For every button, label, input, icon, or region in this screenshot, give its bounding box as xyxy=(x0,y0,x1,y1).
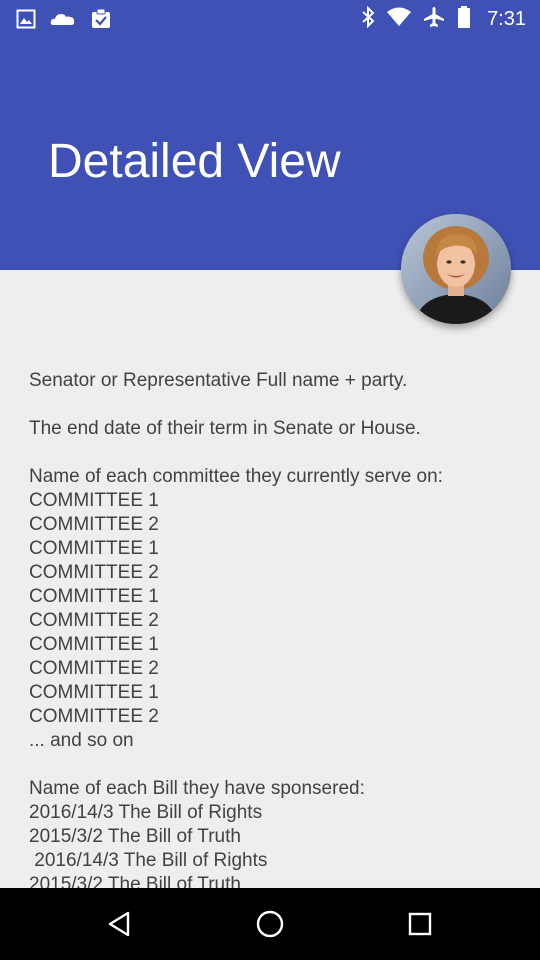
bill-item: 2016/14/3 The Bill of Rights xyxy=(29,850,268,871)
status-left-icons xyxy=(16,8,112,35)
avatar[interactable] xyxy=(401,214,511,324)
committees-more: ... and so on xyxy=(29,730,134,751)
bills-heading: Name of each Bill they have sponsered: xyxy=(29,778,365,799)
image-icon xyxy=(16,9,36,34)
clipboard-check-icon xyxy=(90,8,112,35)
battery-icon xyxy=(457,6,471,33)
wifi-icon xyxy=(387,7,412,32)
status-bar: 7:31 xyxy=(0,0,540,38)
bill-item: 2015/3/2 The Bill of Truth xyxy=(29,826,241,847)
bill-item: 2015/3/2 The Bill of Truth xyxy=(29,874,241,888)
navigation-bar xyxy=(0,888,540,960)
committee-item: COMMITTEE 2 xyxy=(29,706,159,727)
committee-item: COMMITTEE 1 xyxy=(29,634,159,655)
detail-content: Senator or Representative Full name + pa… xyxy=(29,369,519,888)
committee-item: COMMITTEE 1 xyxy=(29,538,159,559)
committee-item: COMMITTEE 2 xyxy=(29,514,159,535)
committee-item: COMMITTEE 1 xyxy=(29,682,159,703)
committee-item: COMMITTEE 2 xyxy=(29,658,159,679)
committee-item: COMMITTEE 2 xyxy=(29,610,159,631)
member-name-party: Senator or Representative Full name + pa… xyxy=(29,370,408,391)
back-icon xyxy=(108,911,130,937)
airplane-icon xyxy=(423,6,445,33)
status-clock: 7:31 xyxy=(487,8,526,30)
term-end-date: The end date of their term in Senate or … xyxy=(29,418,421,439)
committee-item: COMMITTEE 1 xyxy=(29,490,159,511)
committees-heading: Name of each committee they currently se… xyxy=(29,466,443,487)
committee-item: COMMITTEE 1 xyxy=(29,586,159,607)
home-button[interactable] xyxy=(248,902,292,946)
recents-icon xyxy=(408,912,432,936)
recents-button[interactable] xyxy=(398,902,442,946)
committee-item: COMMITTEE 2 xyxy=(29,562,159,583)
bill-item: 2016/14/3 The Bill of Rights xyxy=(29,802,263,823)
cloud-icon xyxy=(50,11,76,32)
status-right-icons: 7:31 xyxy=(361,5,526,33)
home-icon xyxy=(256,910,284,938)
back-button[interactable] xyxy=(98,902,142,946)
page-title: Detailed View xyxy=(48,135,341,188)
avatar-portrait-icon xyxy=(401,214,511,324)
detailed-view-screen: 7:31 Detailed View Senator or Representa… xyxy=(0,0,540,960)
bluetooth-icon xyxy=(361,5,375,33)
